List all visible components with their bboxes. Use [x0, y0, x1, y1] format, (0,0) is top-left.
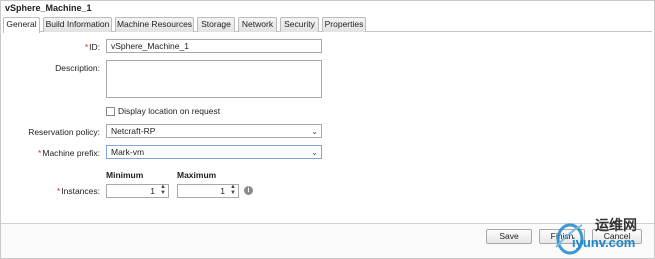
tab-machine-resources[interactable]: Machine Resources [115, 17, 194, 32]
required-marker: * [84, 42, 89, 52]
spinner-arrows-icon[interactable]: ▲ ▼ [160, 184, 166, 196]
chevron-down-icon: ⌄ [311, 148, 318, 157]
tab-bar: General Build Information Machine Resour… [3, 17, 652, 33]
machine-prefix-label: *Machine prefix: [38, 148, 100, 158]
id-label: *ID: [84, 42, 100, 52]
required-marker: * [56, 186, 61, 196]
watermark-text: 运维网 [595, 217, 637, 233]
description-label: Description: [55, 63, 100, 73]
minimum-header: Minimum [106, 170, 144, 180]
description-field[interactable] [106, 60, 322, 98]
info-icon[interactable]: i [244, 186, 253, 195]
watermark: 运维网 iyunv.com [548, 213, 652, 257]
watermark-url: iyunv.com [572, 235, 636, 250]
maximum-instances-value: 1 [220, 186, 225, 196]
machine-prefix-value: Mark-vm [111, 147, 145, 157]
maximum-header: Maximum [177, 170, 217, 180]
spinner-arrows-icon[interactable]: ▲ ▼ [230, 184, 236, 196]
minimum-instances-stepper[interactable]: 1 ▲ ▼ [106, 184, 169, 198]
tab-general[interactable]: General [3, 17, 40, 33]
required-marker: * [38, 148, 42, 158]
maximum-instances-stepper[interactable]: 1 ▲ ▼ [177, 184, 239, 198]
display-location-checkbox[interactable] [106, 107, 115, 116]
reservation-policy-value: Netcraft-RP [111, 126, 156, 136]
instances-label: *Instances: [56, 186, 100, 196]
minimum-instances-value: 1 [150, 186, 155, 196]
id-field[interactable]: vSphere_Machine_1 [106, 39, 322, 53]
tab-network[interactable]: Network [238, 17, 277, 32]
tab-storage[interactable]: Storage [197, 17, 235, 32]
reservation-policy-label: Reservation policy: [28, 127, 100, 137]
save-button[interactable]: Save [486, 229, 532, 244]
tab-properties[interactable]: Properties [322, 17, 366, 32]
tab-security[interactable]: Security [280, 17, 319, 32]
chevron-down-icon: ⌄ [311, 127, 318, 136]
window-title: vSphere_Machine_1 [5, 3, 92, 13]
display-location-label: Display location on request [118, 106, 221, 116]
tab-build-information[interactable]: Build Information [43, 17, 112, 32]
reservation-policy-select[interactable]: Netcraft-RP ⌄ [106, 124, 322, 138]
machine-prefix-select[interactable]: Mark-vm ⌄ [106, 145, 322, 159]
